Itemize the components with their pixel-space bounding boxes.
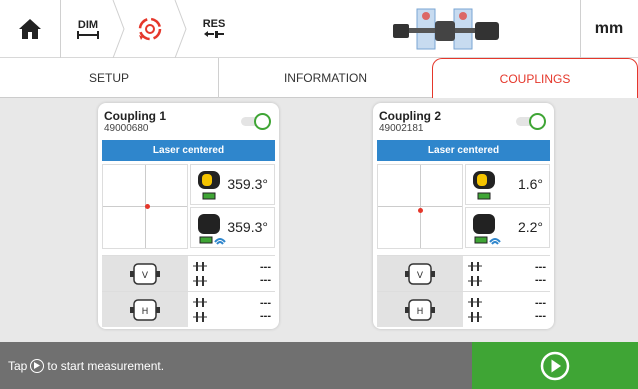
coupling-gap-icon [193,298,207,322]
vertical-machine-icon: V [377,256,463,291]
sensor2-angle-box: 359.3° [190,207,275,248]
coupling-toggle[interactable] [241,113,271,130]
horizontal-value-1: --- [535,297,546,309]
hint-text-after: to start measurement. [47,358,165,373]
sensor-angle-box: 1.6° [465,164,550,205]
coupling-gap-icon [193,262,207,286]
status-banner: Laser centered [102,140,275,161]
machine-train-icon [393,8,499,50]
unit-selector[interactable]: mm [580,0,638,58]
laser-point [418,208,423,213]
laser-target [102,164,188,249]
sensor-angle: 1.6° [517,176,543,192]
tab-couplings[interactable]: COUPLINGS [432,58,638,98]
receiver-device-icon [198,214,226,245]
res-label: RES [202,18,226,30]
laser-point [145,204,150,209]
svg-text:H: H [417,307,424,317]
receiver-device-icon [473,214,501,245]
start-measurement-button[interactable] [472,342,638,389]
tab-bar: SETUP INFORMATION COUPLINGS [0,58,638,98]
vertical-value-2: --- [260,274,271,286]
horizontal-value-2: --- [535,310,546,322]
sensor-device-icon [198,171,220,200]
play-icon [30,358,45,373]
breadcrumb-couplings[interactable] [124,0,176,58]
sensor2-angle: 2.2° [517,219,543,235]
dimension-icon [77,30,99,39]
coupling-card[interactable]: Coupling 1 49000680 Laser centered 359.3… [98,103,279,329]
coupling-card[interactable]: Coupling 2 49002181 Laser centered 1.6° … [373,103,554,329]
vertical-row: V --- --- [102,255,275,291]
tab-setup[interactable]: SETUP [0,58,218,98]
vertical-machine-icon: V [102,256,188,291]
vertical-value-2: --- [535,274,546,286]
play-circle-icon [540,351,570,380]
horizontal-machine-icon: H [377,292,463,327]
sensor-device-icon [473,171,495,200]
svg-text:V: V [417,271,424,281]
laser-target [377,164,463,249]
vertical-row: V --- --- [377,255,550,291]
home-button[interactable] [0,0,60,58]
coupling-title: Coupling 2 [379,109,441,123]
sensor-angle: 359.3° [227,176,268,192]
svg-text:H: H [142,307,149,317]
horizontal-row: H --- --- [377,291,550,327]
start-hint: Tap to start measurement. [8,342,164,389]
machine-train[interactable] [385,0,515,58]
sensor2-angle: 359.3° [227,219,268,235]
vertical-value-1: --- [535,261,546,273]
breadcrumb-dim[interactable]: DIM [62,0,114,58]
coupling-toggle[interactable] [516,113,546,130]
horizontal-value-1: --- [260,297,271,309]
top-toolbar: DIM RES mm [0,0,638,58]
vertical-value-1: --- [260,261,271,273]
sensor-angle-box: 359.3° [190,164,275,205]
svg-text:V: V [142,271,149,281]
coupling-edit-icon [138,17,162,41]
coupling-gap-icon [468,298,482,322]
sensor2-angle-box: 2.2° [465,207,550,248]
hint-text-before: Tap [8,358,28,373]
tab-information[interactable]: INFORMATION [219,58,432,98]
dim-label: DIM [77,18,99,31]
coupling-serial: 49000680 [104,123,149,134]
chevron-separator [174,0,187,58]
coupling-title: Coupling 1 [104,109,166,123]
horizontal-row: H --- --- [102,291,275,327]
home-icon [19,19,41,39]
horizontal-machine-icon: H [102,292,188,327]
status-banner: Laser centered [377,140,550,161]
coupling-gap-icon [468,262,482,286]
breadcrumb-res[interactable]: RES [188,0,240,58]
results-icon [204,31,224,38]
horizontal-value-2: --- [260,310,271,322]
coupling-serial: 49002181 [379,123,424,134]
